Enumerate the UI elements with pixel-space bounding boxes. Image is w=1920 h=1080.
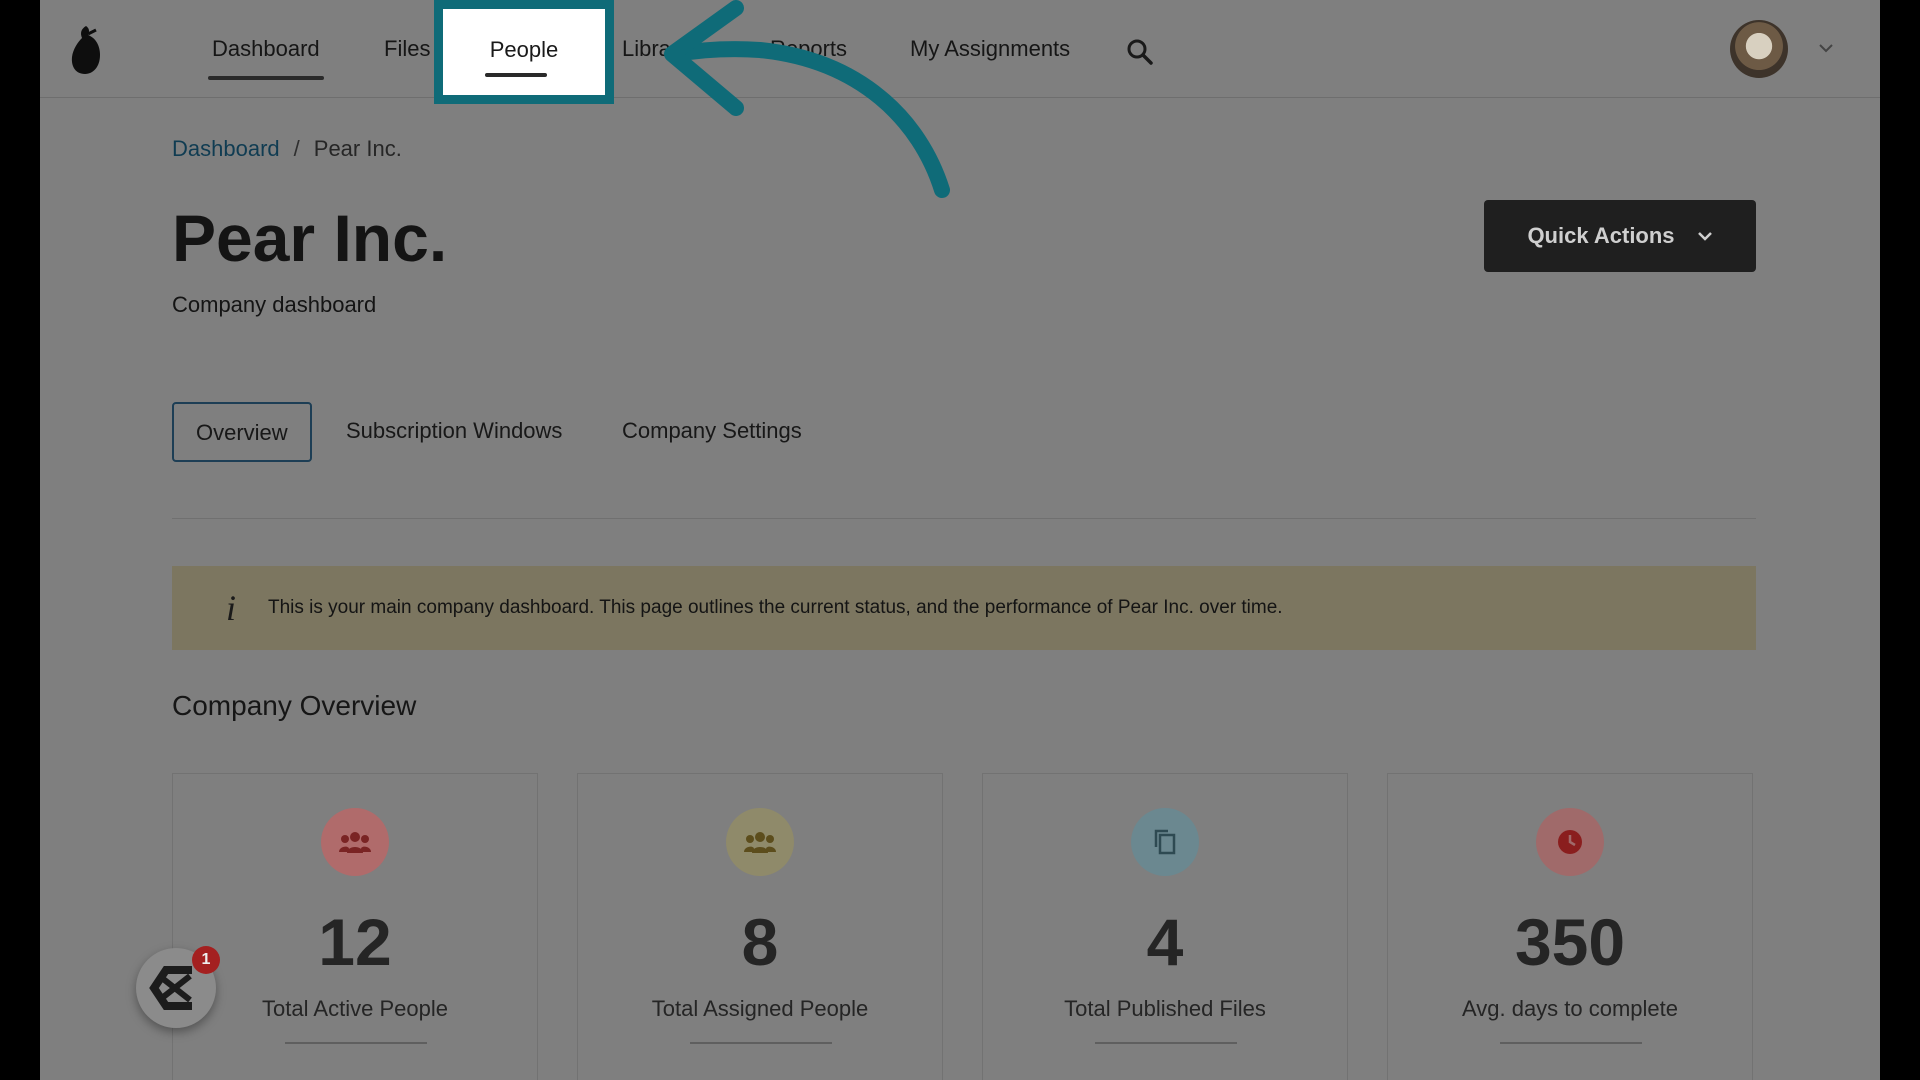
clock-icon	[1536, 808, 1604, 876]
nav-people-label: People	[489, 37, 559, 62]
nav-people-highlighted[interactable]: People	[434, 0, 614, 104]
stat-label: Total Active People	[262, 996, 448, 1021]
page-subtitle: Company dashboard	[172, 292, 377, 317]
notification-badge: 1	[192, 946, 220, 974]
company-overview-title: Company Overview	[172, 690, 417, 721]
user-avatar[interactable]	[1730, 20, 1788, 78]
pear-logo-icon[interactable]	[66, 22, 106, 78]
nav-dashboard[interactable]: Dashboard	[208, 34, 324, 80]
stat-value: 8	[741, 905, 779, 979]
stat-card-published-files: 4 Total Published Files	[982, 773, 1348, 1080]
card-divider	[1500, 1042, 1642, 1044]
tabs-divider	[172, 518, 1756, 519]
card-divider	[690, 1042, 832, 1044]
tab-overview[interactable]: Overview	[172, 402, 312, 462]
stat-card-assigned-people: 8 Total Assigned People	[577, 773, 943, 1080]
tab-subscription-windows[interactable]: Subscription Windows	[346, 402, 562, 462]
app-window: Dashboard Files Libraries Reports My Ass…	[40, 0, 1880, 1080]
quick-actions-button[interactable]: Quick Actions	[1484, 200, 1756, 272]
stat-value: 12	[318, 905, 392, 979]
stat-card-avg-days: 350 Avg. days to complete	[1387, 773, 1753, 1080]
stat-label: Avg. days to complete	[1461, 996, 1679, 1021]
breadcrumb-current: Pear Inc.	[313, 136, 402, 161]
people-icon	[321, 808, 389, 876]
breadcrumb: Dashboard / Pear Inc.	[172, 136, 402, 162]
stat-value: 4	[1146, 905, 1184, 979]
nav-people-underline	[485, 73, 547, 77]
chevron-down-icon[interactable]	[1818, 42, 1834, 54]
breadcrumb-dashboard-link[interactable]: Dashboard	[172, 136, 280, 161]
top-navigation: Dashboard Files Libraries Reports My Ass…	[40, 0, 1880, 98]
page-title: Pear Inc.	[172, 201, 448, 275]
info-icon: i	[225, 588, 236, 628]
callout-arrow-icon	[664, 0, 950, 198]
stat-label: Total Assigned People	[651, 996, 869, 1021]
stat-value: 350	[1514, 905, 1626, 979]
card-divider	[285, 1042, 427, 1044]
chevron-down-icon	[1697, 232, 1712, 241]
breadcrumb-separator: /	[293, 136, 300, 161]
stat-card-active-people: 12 Total Active People	[172, 773, 538, 1080]
people-icon	[726, 808, 794, 876]
stat-label: Total Published Files	[1064, 996, 1266, 1021]
search-icon[interactable]	[1126, 38, 1154, 66]
nav-files[interactable]: Files	[384, 34, 430, 66]
card-divider	[1095, 1042, 1237, 1044]
files-icon	[1131, 808, 1199, 876]
quick-actions-label: Quick Actions	[1527, 223, 1675, 248]
tab-company-settings[interactable]: Company Settings	[622, 402, 802, 462]
info-banner: i This is your main company dashboard. T…	[172, 566, 1756, 650]
info-banner-text: This is your main company dashboard. Thi…	[268, 597, 1283, 618]
